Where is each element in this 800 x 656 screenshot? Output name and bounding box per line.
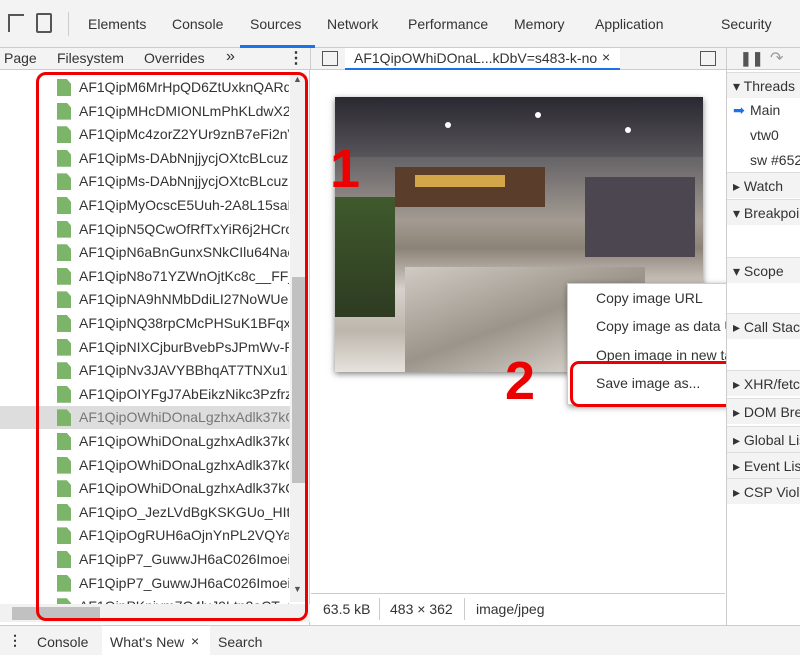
collapsed-arrow-icon: ▸ xyxy=(733,178,744,194)
tab-elements[interactable]: Elements xyxy=(88,16,146,32)
section-breakpoints[interactable]: ▾ Breakpoints xyxy=(727,199,800,225)
section-dom-breakpoints[interactable]: ▸ DOM Breakpoints xyxy=(727,398,800,424)
divider xyxy=(68,12,69,36)
divider xyxy=(726,48,727,70)
drawer-toolbar: ⋮ Console What's New × Search xyxy=(0,625,800,656)
annotation-number-2: 2 xyxy=(505,351,536,411)
drawer-tab-label: What's New xyxy=(110,634,185,650)
collapsed-arrow-icon: ▸ xyxy=(733,376,744,392)
collapsed-arrow-icon: ▸ xyxy=(733,458,744,474)
divider xyxy=(464,598,465,620)
device-toolbar-icon[interactable] xyxy=(36,13,52,33)
section-global-listeners[interactable]: ▸ Global Listeners xyxy=(727,426,800,452)
close-tab-icon[interactable]: × xyxy=(602,49,610,65)
image-dimensions: 483 × 362 xyxy=(390,601,453,617)
section-call-stack[interactable]: ▸ Call Stack xyxy=(727,313,800,339)
expanded-arrow-icon: ▾ xyxy=(733,78,744,94)
tab-security[interactable]: Security xyxy=(721,16,772,32)
tab-sources[interactable]: Sources xyxy=(250,16,301,32)
tab-network[interactable]: Network xyxy=(327,16,378,32)
section-label: Event Listener Breakpoints xyxy=(743,458,800,474)
section-label: Breakpoints xyxy=(743,205,800,221)
annotation-number-1: 1 xyxy=(330,139,361,199)
tab-console[interactable]: Console xyxy=(172,16,223,32)
section-threads[interactable]: ▾ Threads xyxy=(727,72,800,98)
section-label: XHR/fetch Breakpoints xyxy=(743,376,800,392)
thread-vtw0[interactable]: vtw0 xyxy=(750,127,779,143)
divider xyxy=(310,48,311,70)
drawer-tab-search[interactable]: Search xyxy=(218,634,262,650)
section-xhr-fetch-breakpoints[interactable]: ▸ XHR/fetch Breakpoints xyxy=(727,370,800,396)
section-label: Threads xyxy=(743,78,796,94)
drawer-tab-whats-new[interactable]: What's New × xyxy=(102,626,210,656)
section-label: Global Listeners xyxy=(743,432,800,448)
step-over-icon[interactable]: ↷ xyxy=(770,48,783,68)
editor-tab[interactable]: AF1QipOWhiDOnaL...kDbV=s483-k-no × xyxy=(345,48,620,70)
collapsed-arrow-icon: ▸ xyxy=(733,432,744,448)
section-watch[interactable]: ▸ Watch xyxy=(727,172,800,198)
inspect-element-icon[interactable] xyxy=(8,14,24,32)
thread-sw[interactable]: sw #652 xyxy=(750,152,800,168)
section-label: Call Stack xyxy=(743,319,800,335)
image-info-bar: 63.5 kB 483 × 362 image/jpeg xyxy=(311,593,725,625)
divider xyxy=(379,598,380,620)
devtools-main-toolbar: Elements Console Sources Network Perform… xyxy=(0,0,800,48)
section-scope[interactable]: ▾ Scope xyxy=(727,257,800,283)
image-file-size: 63.5 kB xyxy=(323,601,371,617)
close-drawer-tab-icon[interactable]: × xyxy=(191,633,199,649)
menu-item-copy-image-url[interactable]: Copy image URL xyxy=(596,290,703,306)
section-label: Watch xyxy=(743,178,784,194)
section-event-listener-breakpoints[interactable]: ▸ Event Listener Breakpoints xyxy=(727,452,800,478)
highlight-box-file-list xyxy=(36,72,308,621)
expanded-arrow-icon: ▾ xyxy=(733,205,744,221)
collapsed-arrow-icon: ▸ xyxy=(733,319,744,335)
drawer-menu-icon[interactable]: ⋮ xyxy=(8,632,22,649)
more-tabs-button[interactable]: » xyxy=(226,48,235,66)
editor-tab-label: AF1QipOWhiDOnaL...kDbV=s483-k-no xyxy=(354,50,598,66)
pause-icon[interactable]: ❚❚ xyxy=(740,50,763,67)
section-label: CSP Violation Breakpoints xyxy=(743,484,800,500)
more-options-icon[interactable]: ⋮ xyxy=(288,48,304,68)
tab-performance[interactable]: Performance xyxy=(408,16,488,32)
collapsed-arrow-icon: ▸ xyxy=(733,404,744,420)
toggle-navigator-icon[interactable] xyxy=(322,51,338,66)
toggle-debugger-icon[interactable] xyxy=(700,51,716,66)
drawer-tab-console[interactable]: Console xyxy=(37,634,88,650)
section-csp-violation-breakpoints[interactable]: ▸ CSP Violation Breakpoints xyxy=(727,478,800,504)
nav-tab-page[interactable]: Page xyxy=(4,50,37,66)
expanded-arrow-icon: ▾ xyxy=(733,263,744,279)
tab-application[interactable]: Application xyxy=(595,16,664,32)
section-label: DOM Breakpoints xyxy=(743,404,800,420)
image-mime-type: image/jpeg xyxy=(476,601,545,617)
sources-subtoolbar: Page Filesystem Overrides » ⋮ AF1QipOWhi… xyxy=(0,48,800,70)
tab-memory[interactable]: Memory xyxy=(514,16,565,32)
collapsed-arrow-icon: ▸ xyxy=(733,484,744,500)
section-label: Scope xyxy=(743,263,784,279)
nav-tab-filesystem[interactable]: Filesystem xyxy=(57,50,124,66)
nav-tab-overrides[interactable]: Overrides xyxy=(144,50,205,66)
thread-main[interactable]: Main xyxy=(750,102,780,118)
current-thread-arrow-icon: ➡ xyxy=(733,102,745,118)
